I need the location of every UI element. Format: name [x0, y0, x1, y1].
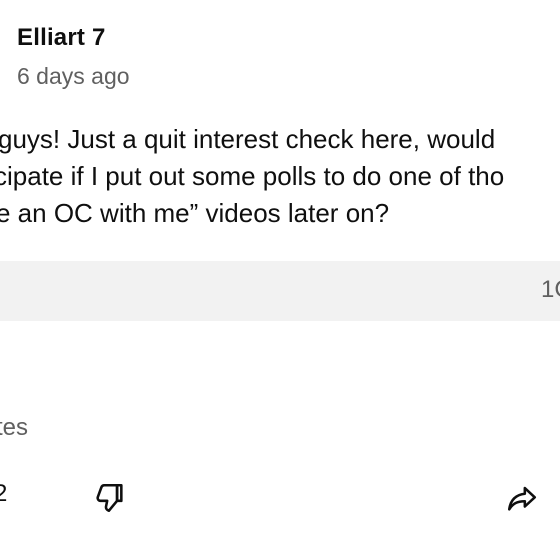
community-post: Elliart 7 6 days ago guys! Just a quit i… — [0, 0, 560, 560]
poll-option-count: 1C — [541, 276, 560, 303]
share-icon — [507, 486, 537, 511]
like-count: 2 — [0, 480, 8, 507]
share-button[interactable] — [500, 476, 544, 520]
author-name[interactable]: Elliart 7 — [17, 24, 106, 52]
post-body-line: guys! Just a quit interest check here, w… — [0, 124, 496, 154]
post-body-line: e an OC with me” videos later on? — [0, 198, 390, 228]
vote-count-label: tes — [0, 414, 29, 441]
post-body-line: cipate if I put out some polls to do one… — [0, 161, 505, 191]
poll-option[interactable]: 1C — [0, 261, 560, 321]
thumbs-down-icon — [96, 483, 123, 513]
dislike-button[interactable] — [88, 476, 132, 520]
post-timestamp: 6 days ago — [17, 63, 130, 89]
